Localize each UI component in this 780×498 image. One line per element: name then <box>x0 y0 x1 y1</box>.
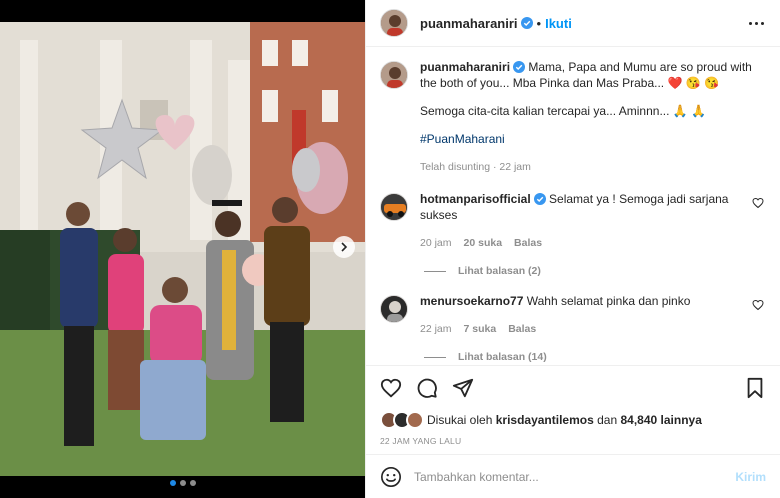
separator: • <box>536 15 542 31</box>
reply-button[interactable]: Balas <box>514 235 542 251</box>
caption-text-line2: Semoga cita-cita kalian tercapai ya... A… <box>420 104 707 118</box>
author-avatar[interactable] <box>380 61 408 89</box>
comment-item: menursoekarno77 Wahh selamat pinka dan p… <box>380 293 764 337</box>
replies-divider <box>424 356 446 358</box>
post-sidebar: puanmaharaniri • Ikuti puanmaharaniri Ma… <box>365 0 780 498</box>
post-comment-button[interactable]: Kirim <box>735 470 766 484</box>
next-photo-button[interactable] <box>333 236 355 258</box>
comments-list[interactable]: puanmaharaniri Mama, Papa and Mumu are s… <box>366 47 780 365</box>
emoji-icon[interactable] <box>380 466 402 488</box>
follow-button[interactable]: Ikuti <box>545 16 572 31</box>
comment-likes[interactable]: 7 suka <box>464 321 497 337</box>
post-actions: Disukai oleh krisdayantilemos dan 84,840… <box>366 365 780 454</box>
heart-icon[interactable] <box>752 299 764 311</box>
carousel-dot <box>179 480 186 486</box>
liker-avatar <box>406 411 424 429</box>
comment-body: hotmanparisofficial Selamat ya ! Semoga … <box>420 191 746 251</box>
avatar-image <box>381 296 407 322</box>
liker-username[interactable]: krisdayantilemos <box>496 413 594 427</box>
comment-input[interactable] <box>414 469 736 484</box>
liker-avatars <box>380 411 424 429</box>
view-replies-label: Lihat balasan (2) <box>458 265 541 277</box>
photo <box>0 0 365 498</box>
verified-badge-icon <box>520 17 533 29</box>
heart-icon[interactable] <box>752 197 764 209</box>
author-avatar[interactable] <box>380 9 408 37</box>
avatar-image <box>381 194 407 220</box>
avatar-image <box>381 62 407 88</box>
post-media[interactable] <box>0 0 365 498</box>
commenter-username[interactable]: hotmanparisofficial <box>420 192 531 206</box>
more-options-icon[interactable] <box>746 13 766 33</box>
likes-summary[interactable]: Disukai oleh krisdayantilemos dan 84,840… <box>380 410 766 430</box>
post-header: puanmaharaniri • Ikuti <box>366 0 780 47</box>
author-username[interactable]: puanmaharaniri <box>420 16 518 31</box>
edited-time: Telah disunting · 22 jam <box>420 161 531 173</box>
comment-composer: Kirim <box>366 454 780 498</box>
commenter-username[interactable]: menursoekarno77 <box>420 294 523 308</box>
likes-middle: dan <box>597 413 618 427</box>
chevron-right-icon <box>341 242 348 252</box>
comment-time[interactable]: 22 jam <box>420 321 452 337</box>
view-replies-button[interactable]: Lihat balasan (2) <box>424 265 764 277</box>
view-replies-button[interactable]: Lihat balasan (14) <box>424 351 764 363</box>
comment-meta: 20 jam 20 suka Balas <box>420 235 746 251</box>
verified-badge-icon <box>513 61 526 73</box>
comment-item: hotmanparisofficial Selamat ya ! Semoga … <box>380 191 764 251</box>
likes-count[interactable]: 84,840 lainnya <box>620 413 701 427</box>
replies-divider <box>424 270 446 272</box>
action-bar <box>380 366 766 410</box>
caption-username[interactable]: puanmaharaniri <box>420 60 510 74</box>
avatar-image <box>381 10 407 36</box>
send-icon[interactable] <box>452 377 474 399</box>
comment-icon[interactable] <box>416 377 438 399</box>
reply-button[interactable]: Balas <box>508 321 536 337</box>
caption: puanmaharaniri Mama, Papa and Mumu are s… <box>380 59 764 175</box>
comment-likes[interactable]: 20 suka <box>464 235 503 251</box>
carousel-indicator <box>0 480 365 486</box>
commenter-avatar[interactable] <box>380 295 408 323</box>
view-replies-label: Lihat balasan (14) <box>458 351 547 363</box>
verified-badge-icon <box>533 193 546 205</box>
family-graduation-photo <box>0 0 365 498</box>
comment-body: menursoekarno77 Wahh selamat pinka dan p… <box>420 293 746 337</box>
carousel-dot <box>169 480 176 486</box>
bookmark-icon[interactable] <box>744 377 766 399</box>
instagram-post: puanmaharaniri • Ikuti puanmaharaniri Ma… <box>0 0 780 498</box>
comment-meta: 22 jam 7 suka Balas <box>420 321 746 337</box>
commenter-avatar[interactable] <box>380 193 408 221</box>
post-timestamp[interactable]: 22 JAM YANG LALU <box>380 436 766 454</box>
comment-text: Wahh selamat pinka dan pinko <box>526 294 691 308</box>
likes-prefix: Disukai oleh <box>427 413 493 427</box>
caption-meta: Telah disunting · 22 jam <box>420 159 764 175</box>
heart-icon[interactable] <box>380 377 402 399</box>
carousel-dot <box>189 480 196 486</box>
hashtag-link[interactable]: #PuanMaharani <box>420 131 764 147</box>
caption-body: puanmaharaniri Mama, Papa and Mumu are s… <box>420 59 764 175</box>
comment-time[interactable]: 20 jam <box>420 235 452 251</box>
